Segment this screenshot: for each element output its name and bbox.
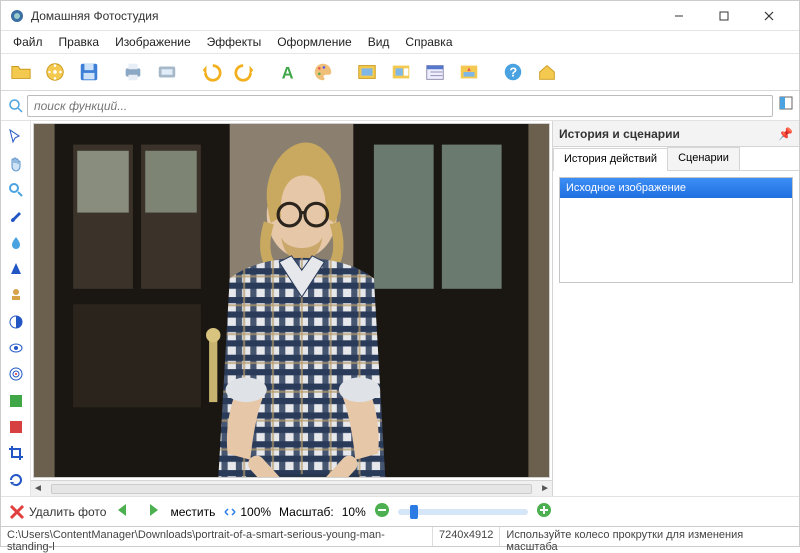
panel-toggle-icon[interactable]: [779, 96, 793, 115]
panel-title: История и сценарии: [559, 127, 680, 141]
collage-icon[interactable]: [453, 56, 485, 88]
title-bar: Домашняя Фотостудия: [1, 1, 799, 31]
delete-icon: [9, 504, 25, 520]
history-list: Исходное изображение: [559, 177, 793, 283]
app-icon: [9, 8, 25, 24]
tool-strip: [1, 121, 31, 496]
menu-view[interactable]: Вид: [360, 32, 398, 52]
maximize-button[interactable]: [701, 1, 746, 30]
menu-bar: Файл Правка Изображение Эффекты Оформлен…: [1, 31, 799, 53]
stamp-tool-icon[interactable]: [5, 285, 27, 305]
help-icon[interactable]: ?: [497, 56, 529, 88]
panel-header: История и сценарии 📌: [553, 121, 799, 147]
status-path: C:\Users\ContentManager\Downloads\portra…: [1, 527, 433, 546]
scroll-left-icon[interactable]: ◄: [33, 483, 43, 494]
svg-text:?: ?: [509, 65, 517, 80]
percent100-label: 100%: [240, 505, 271, 519]
film-icon[interactable]: [39, 56, 71, 88]
shape-tool-icon[interactable]: [5, 259, 27, 279]
target-tool-icon[interactable]: [5, 364, 27, 384]
menu-edit[interactable]: Правка: [51, 32, 108, 52]
status-dims: 7240x4912: [433, 527, 500, 546]
right-panel: История и сценарии 📌 История действий Сц…: [552, 121, 799, 496]
scan-icon[interactable]: [151, 56, 183, 88]
delete-label: Удалить фото: [29, 505, 106, 519]
panel-tabs: История действий Сценарии: [553, 147, 799, 171]
text-icon[interactable]: A: [273, 56, 305, 88]
eye-tool-icon[interactable]: [5, 338, 27, 358]
search-icon: [5, 97, 27, 115]
scroll-thumb[interactable]: [51, 484, 532, 494]
zoom-value: 10%: [342, 505, 366, 519]
actual-size-icon: [223, 505, 237, 519]
status-hint: Используйте колесо прокрутки для изменен…: [500, 527, 799, 546]
status-bar: C:\Users\ContentManager\Downloads\portra…: [1, 526, 799, 546]
zoom-tool-icon[interactable]: [5, 180, 27, 200]
svg-text:A: A: [282, 64, 294, 82]
redo-icon[interactable]: [229, 56, 261, 88]
zoom-label: Масштаб:: [279, 505, 334, 519]
minimize-button[interactable]: [656, 1, 701, 30]
crop-tool-icon[interactable]: [5, 443, 27, 463]
postcard-icon[interactable]: [385, 56, 417, 88]
prev-button[interactable]: [114, 502, 134, 521]
swatch-red-icon[interactable]: [5, 417, 27, 437]
menu-file[interactable]: Файл: [5, 32, 51, 52]
search-input[interactable]: [27, 95, 773, 117]
contrast-tool-icon[interactable]: [5, 312, 27, 332]
frame-icon[interactable]: [351, 56, 383, 88]
hand-tool-icon[interactable]: [5, 153, 27, 173]
calendar-icon[interactable]: [419, 56, 451, 88]
home-icon[interactable]: [531, 56, 563, 88]
tab-history[interactable]: История действий: [553, 148, 668, 171]
menu-decorate[interactable]: Оформление: [269, 32, 359, 52]
pointer-tool-icon[interactable]: [5, 127, 27, 147]
scroll-right-icon[interactable]: ►: [540, 483, 550, 494]
image-canvas[interactable]: [33, 123, 550, 478]
next-button[interactable]: [142, 502, 162, 521]
drop-tool-icon[interactable]: [5, 232, 27, 252]
brush-tool-icon[interactable]: [5, 206, 27, 226]
zoom-out-button[interactable]: [374, 502, 390, 521]
swatch-green-icon[interactable]: [5, 391, 27, 411]
pin-icon[interactable]: 📌: [778, 127, 793, 141]
undo-icon[interactable]: [195, 56, 227, 88]
canvas-area: ◄ ►: [31, 121, 552, 496]
menu-help[interactable]: Справка: [397, 32, 460, 52]
zoom-slider-thumb[interactable]: [410, 505, 418, 519]
save-icon[interactable]: [73, 56, 105, 88]
search-row: [1, 91, 799, 121]
fit-label[interactable]: местить: [170, 505, 215, 519]
zoom-slider[interactable]: [398, 509, 528, 515]
tab-scenarios[interactable]: Сценарии: [667, 147, 740, 170]
print-icon[interactable]: [117, 56, 149, 88]
main-area: ◄ ► История и сценарии 📌 История действи…: [1, 121, 799, 496]
history-item[interactable]: Исходное изображение: [560, 178, 792, 198]
window-title: Домашняя Фотостудия: [31, 9, 656, 23]
palette-icon[interactable]: [307, 56, 339, 88]
actual-size-button[interactable]: 100%: [223, 505, 271, 519]
menu-image[interactable]: Изображение: [107, 32, 199, 52]
zoom-in-button[interactable]: [536, 502, 552, 521]
bottom-controls: Удалить фото местить 100% Масштаб: 10%: [1, 496, 799, 526]
close-button[interactable]: [746, 1, 791, 30]
main-toolbar: A ?: [1, 53, 799, 91]
delete-photo-button[interactable]: Удалить фото: [9, 504, 106, 520]
open-icon[interactable]: [5, 56, 37, 88]
rotate-tool-icon[interactable]: [5, 470, 27, 490]
menu-effects[interactable]: Эффекты: [199, 32, 270, 52]
horizontal-scrollbar[interactable]: ◄ ►: [31, 480, 552, 496]
